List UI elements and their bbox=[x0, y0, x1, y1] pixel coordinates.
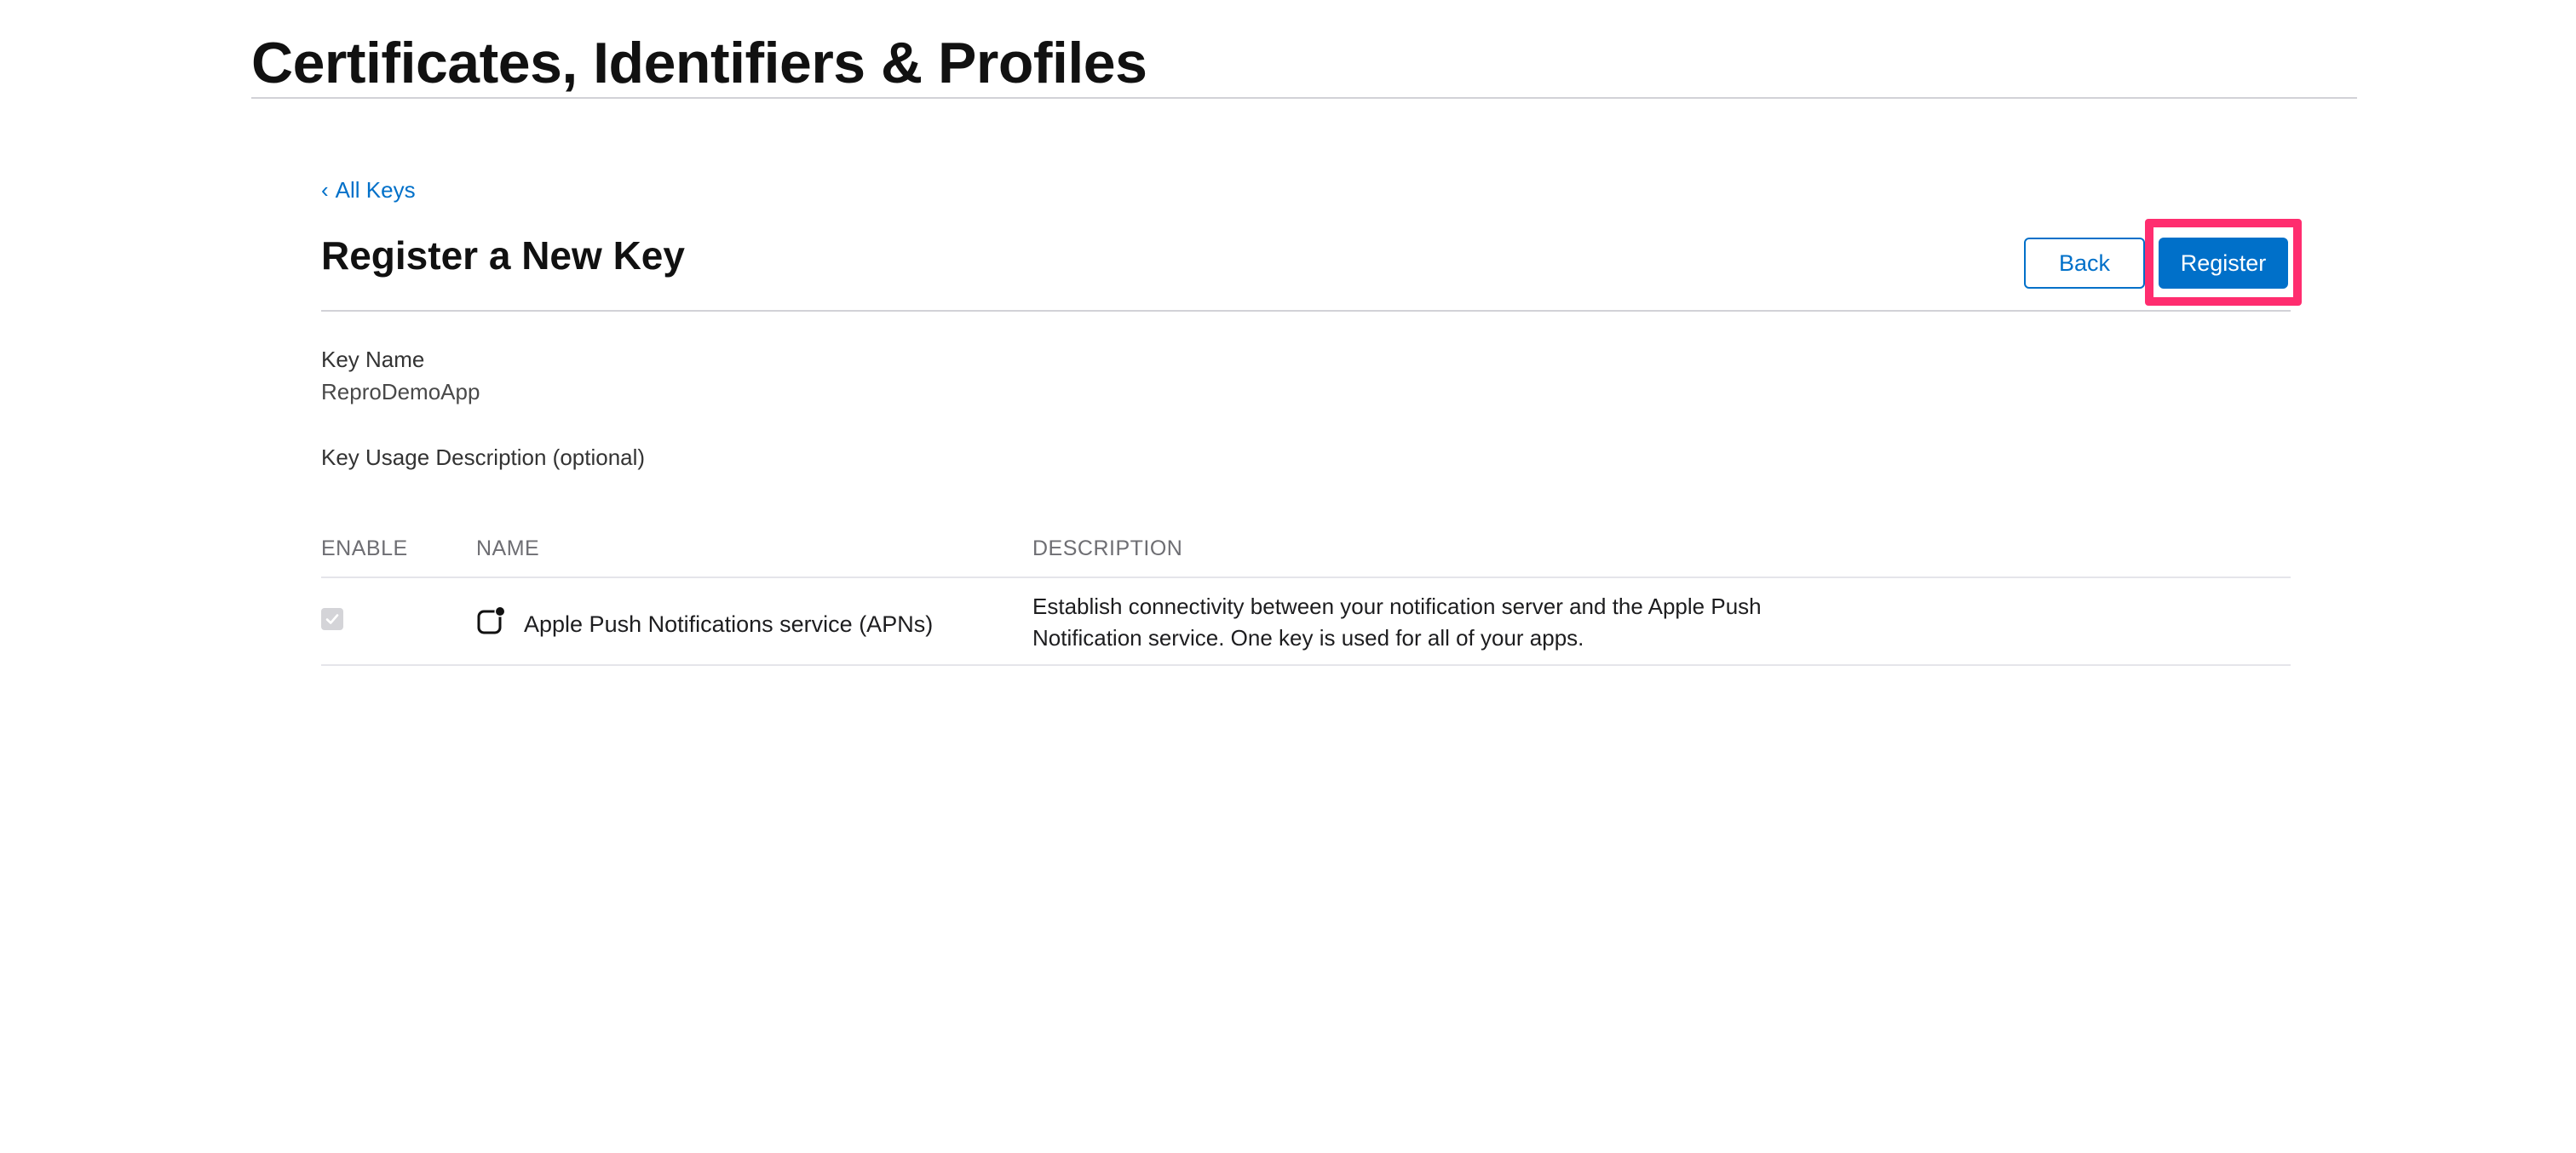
key-name-value: ReproDemoApp bbox=[321, 379, 480, 404]
column-header-enable: ENABLE bbox=[321, 536, 408, 560]
apns-enable-checkbox[interactable] bbox=[321, 608, 343, 630]
key-name-label: Key Name bbox=[321, 347, 425, 372]
column-header-description: DESCRIPTION bbox=[1032, 536, 1183, 560]
service-name: Apple Push Notifications service (APNs) bbox=[524, 611, 934, 637]
service-description: Establish connectivity between your noti… bbox=[1032, 594, 1762, 651]
checkmark-icon bbox=[325, 614, 339, 624]
title-divider bbox=[321, 310, 2291, 312]
table-header-divider bbox=[321, 576, 2291, 578]
register-button[interactable]: Register bbox=[2159, 238, 2288, 289]
chevron-left-icon: ‹ bbox=[321, 177, 329, 203]
section-title: Register a New Key bbox=[321, 233, 685, 278]
table-row-divider bbox=[321, 664, 2291, 666]
all-keys-back-link[interactable]: ‹ All Keys bbox=[321, 173, 416, 207]
back-button[interactable]: Back bbox=[2024, 238, 2145, 289]
push-notification-icon bbox=[477, 606, 505, 634]
column-header-name: NAME bbox=[476, 536, 540, 560]
key-usage-label: Key Usage Description (optional) bbox=[321, 445, 646, 470]
register-key-form: ‹ All Keys Register a New Key Back Regist… bbox=[321, 0, 2302, 1153]
all-keys-label: All Keys bbox=[335, 177, 416, 203]
